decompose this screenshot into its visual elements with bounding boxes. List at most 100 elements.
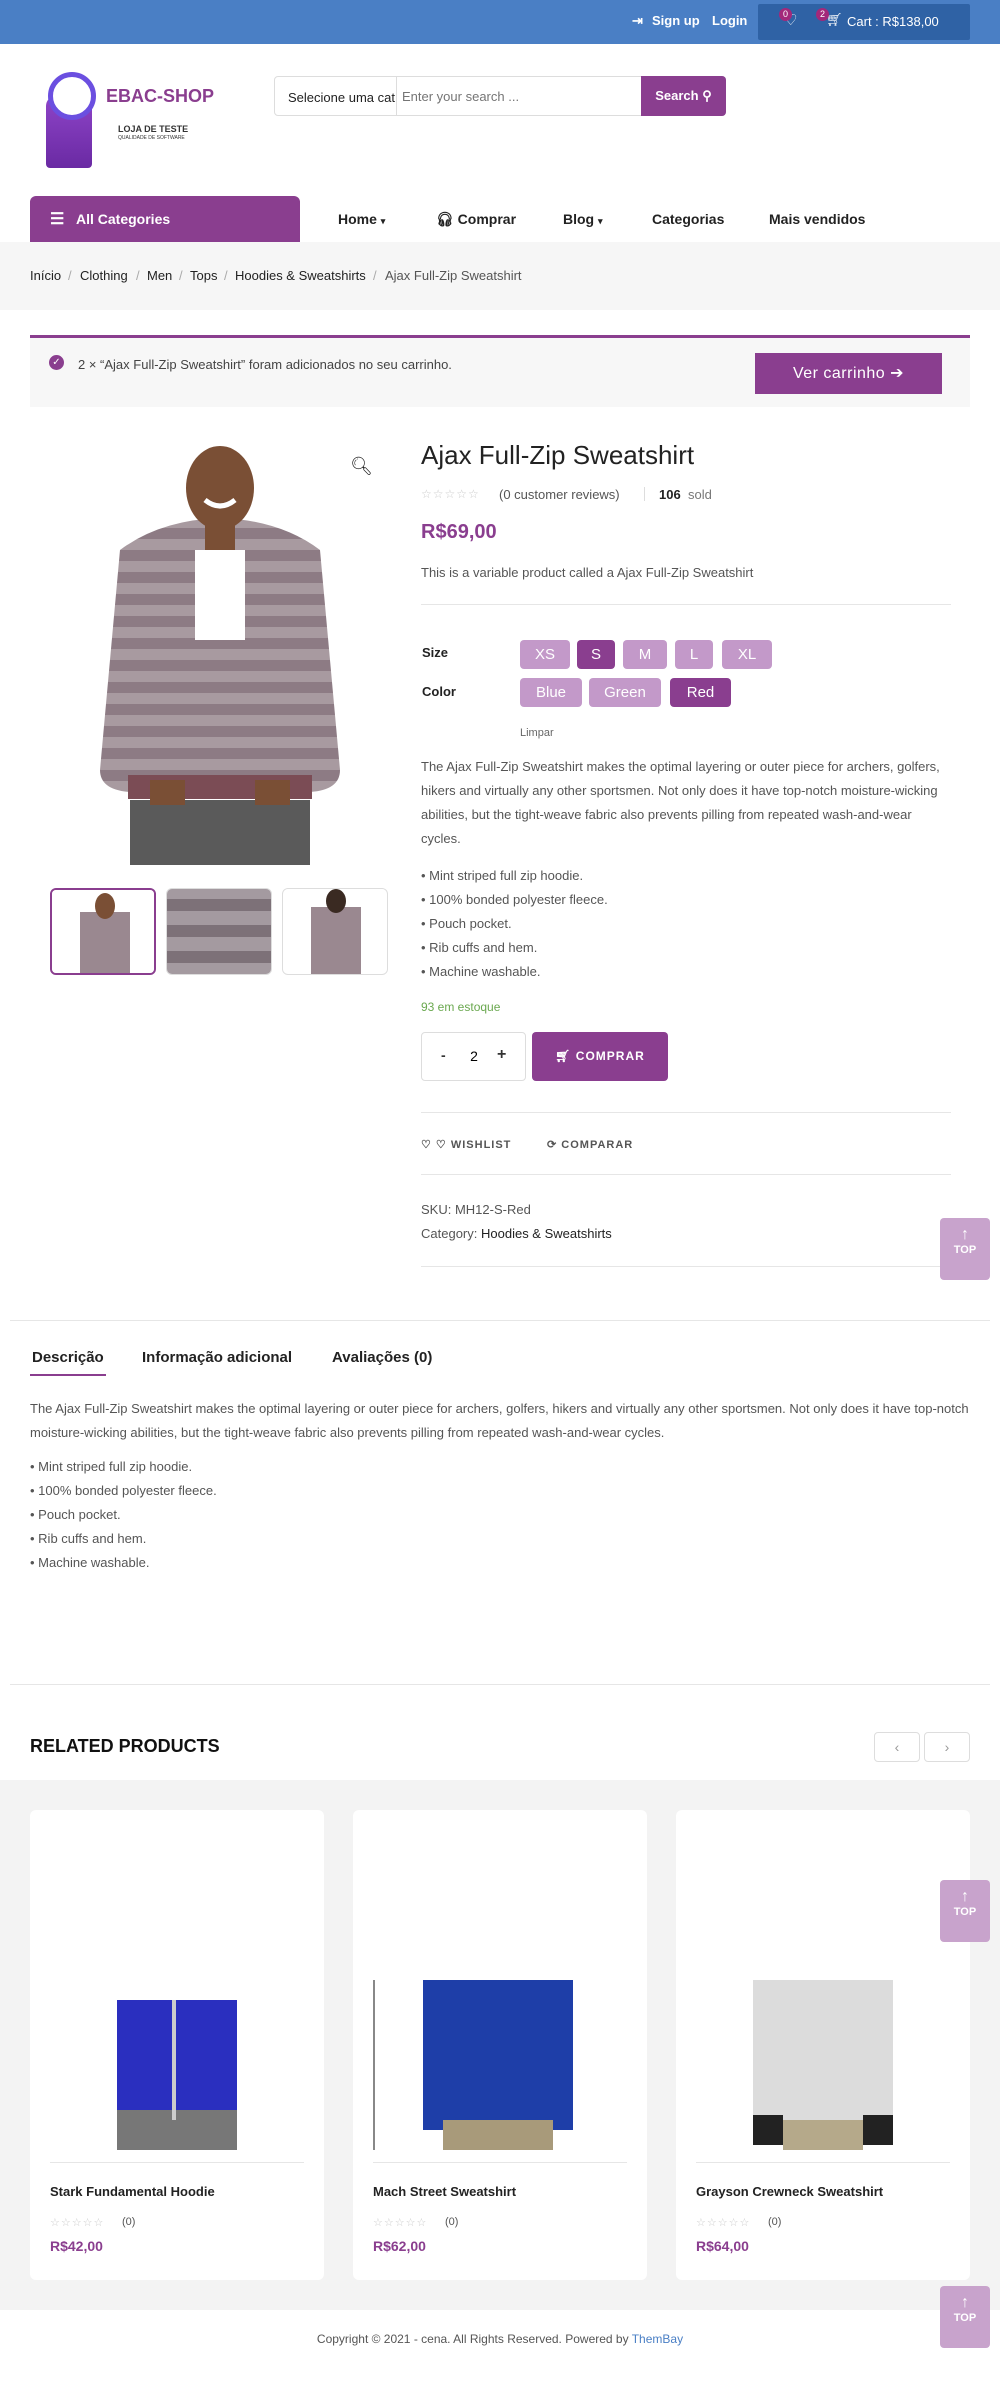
product-card-name[interactable]: Mach Street Sweatshirt [373, 2184, 516, 2199]
zoom-icon[interactable]: 🔍︎ [350, 456, 373, 477]
color-option-blue[interactable]: Blue [520, 678, 582, 707]
size-option-m[interactable]: M [623, 640, 667, 669]
breadcrumb-separator: / [224, 268, 228, 283]
add-to-cart-label: COMPRAR [575, 1049, 645, 1063]
qty-plus-button[interactable]: + [497, 1046, 506, 1064]
divider [421, 1174, 951, 1175]
product-card-name[interactable]: Stark Fundamental Hoodie [50, 2184, 215, 2199]
wishlist-label: WISHLIST [450, 1139, 512, 1151]
divider [10, 1320, 990, 1321]
arrow-right-icon: ➔ [890, 365, 905, 382]
feature-item: • Rib cuffs and hem. [421, 940, 538, 955]
breadcrumb-link[interactable]: Men [147, 268, 172, 283]
product-card-name[interactable]: Grayson Crewneck Sweatshirt [696, 2184, 883, 2199]
tab-informacao-adicional[interactable]: Informação adicional [142, 1349, 292, 1366]
refresh-icon: ⟳ [547, 1139, 558, 1151]
size-option-s[interactable]: S [577, 640, 615, 669]
brand-name[interactable]: EBAC-SHOP [106, 86, 214, 107]
chevron-left-icon: ‹ [894, 1739, 900, 1755]
related-products-title: RELATED PRODUCTS [30, 1736, 220, 1756]
carousel-prev-button[interactable]: ‹ [874, 1732, 920, 1762]
footer-link[interactable]: ThemBay [632, 2332, 683, 2346]
review-count: (0) [768, 2216, 782, 2228]
product-main-image[interactable] [50, 440, 390, 865]
nav-blog-label: Blog [563, 211, 595, 227]
category-link[interactable]: Hoodies & Sweatshirts [481, 1226, 612, 1241]
check-circle-icon: ✓ [49, 355, 64, 370]
nav-comprar-label: Comprar [457, 211, 517, 227]
size-option-xl[interactable]: XL [722, 640, 772, 669]
breadcrumb-separator: / [68, 268, 72, 283]
back-to-top-button[interactable]: ↑ TOP [940, 1880, 990, 1942]
divider [50, 2162, 304, 2163]
search-input[interactable] [402, 80, 634, 112]
quantity-input[interactable] [462, 1046, 486, 1066]
sold-label: sold [688, 487, 712, 502]
product-card-price: R$42,00 [50, 2238, 103, 2254]
rating-stars: ☆☆☆☆☆ [696, 2217, 751, 2229]
product-card[interactable]: Mach Street Sweatshirt ☆☆☆☆☆ (0) R$62,00 [353, 1810, 647, 2280]
feature-item: • Mint striped full zip hoodie. [421, 868, 584, 883]
compare-label: COMPARAR [561, 1139, 634, 1151]
back-to-top-label: TOP [953, 1906, 977, 1918]
rating-stars: ☆☆☆☆☆ [421, 487, 480, 501]
back-to-top-label: TOP [953, 1244, 977, 1256]
signup-icon[interactable]: ⇥ [632, 13, 643, 29]
back-to-top-button[interactable]: ↑ TOP [940, 1218, 990, 1280]
search-button[interactable]: Search ⚲ [641, 76, 726, 116]
color-option-red[interactable]: Red [670, 678, 731, 707]
divider [421, 1266, 951, 1267]
tab-descricao[interactable]: Descrição [32, 1349, 104, 1366]
qty-minus-button[interactable]: - [441, 1047, 446, 1063]
color-option-green[interactable]: Green [589, 678, 661, 707]
product-price: R$69,00 [421, 521, 497, 543]
add-to-cart-button[interactable]: 🛒︎ COMPRAR [532, 1032, 668, 1081]
search-category-select[interactable]: Selecione uma cat [288, 90, 395, 105]
product-card[interactable]: Stark Fundamental Hoodie ☆☆☆☆☆ (0) R$42,… [30, 1810, 324, 2280]
feature-item: • Machine washable. [30, 1555, 150, 1570]
cart-count-badge: 2 [816, 8, 829, 21]
product-card-price: R$64,00 [696, 2238, 749, 2254]
login-link[interactable]: Login [712, 13, 747, 28]
feature-item: • 100% bonded polyester fleece. [421, 892, 608, 907]
all-categories-button[interactable]: ☰ All Categories [30, 196, 300, 242]
size-option-l[interactable]: L [675, 640, 713, 669]
signup-link[interactable]: Sign up [652, 13, 700, 28]
breadcrumb-link[interactable]: Início [30, 268, 61, 283]
breadcrumb-link[interactable]: Clothing [80, 268, 128, 283]
nav-blog[interactable]: Blog ▾ [563, 211, 603, 227]
menu-icon: ☰ [50, 211, 65, 228]
breadcrumb-link[interactable]: Tops [190, 268, 217, 283]
cart-total[interactable]: Cart : R$138,00 [847, 14, 939, 29]
product-description: The Ajax Full-Zip Sweatshirt makes the o… [421, 759, 940, 846]
breadcrumb-current: Ajax Full-Zip Sweatshirt [385, 268, 522, 283]
category-meta-label: Category: [421, 1226, 478, 1241]
size-option-xs[interactable]: XS [520, 640, 570, 669]
nav-mais-vendidos[interactable]: Mais vendidos [769, 211, 865, 227]
product-thumbnail[interactable] [166, 888, 272, 975]
carousel-next-button[interactable]: › [924, 1732, 970, 1762]
view-cart-button[interactable]: Ver carrinho ➔ [755, 353, 942, 394]
wishlist-count-badge: 0 [779, 8, 792, 21]
breadcrumb-link[interactable]: Hoodies & Sweatshirts [235, 268, 366, 283]
compare-button[interactable]: ⟳ COMPARAR [547, 1138, 633, 1151]
breadcrumb-separator: / [136, 268, 140, 283]
nav-comprar[interactable]: 🎧︎ Comprar [436, 211, 516, 228]
nav-categorias[interactable]: Categorias [652, 211, 724, 227]
product-card-price: R$62,00 [373, 2238, 426, 2254]
product-card[interactable]: Grayson Crewneck Sweatshirt ☆☆☆☆☆ (0) R$… [676, 1810, 970, 2280]
notice-text: 2 × “Ajax Full-Zip Sweatshirt” foram adi… [78, 357, 452, 372]
feature-list: • Mint striped full zip hoodie. • 100% b… [421, 864, 951, 984]
divider [644, 487, 645, 501]
headset-icon: 🎧︎ [436, 211, 454, 227]
review-count-link[interactable]: (0 customer reviews) [499, 487, 620, 502]
product-thumbnail[interactable] [50, 888, 156, 975]
heart-icon: ♡ ♡ [421, 1139, 447, 1151]
tab-avaliacoes[interactable]: Avaliações (0) [332, 1349, 432, 1366]
chevron-right-icon: › [944, 1739, 950, 1755]
product-thumbnail[interactable] [282, 888, 388, 975]
feature-item: • 100% bonded polyester fleece. [30, 1483, 217, 1498]
clear-selection-link[interactable]: Limpar [520, 727, 554, 739]
nav-home[interactable]: Home ▾ [338, 211, 385, 227]
wishlist-button[interactable]: ♡ ♡ WISHLIST [421, 1138, 511, 1151]
